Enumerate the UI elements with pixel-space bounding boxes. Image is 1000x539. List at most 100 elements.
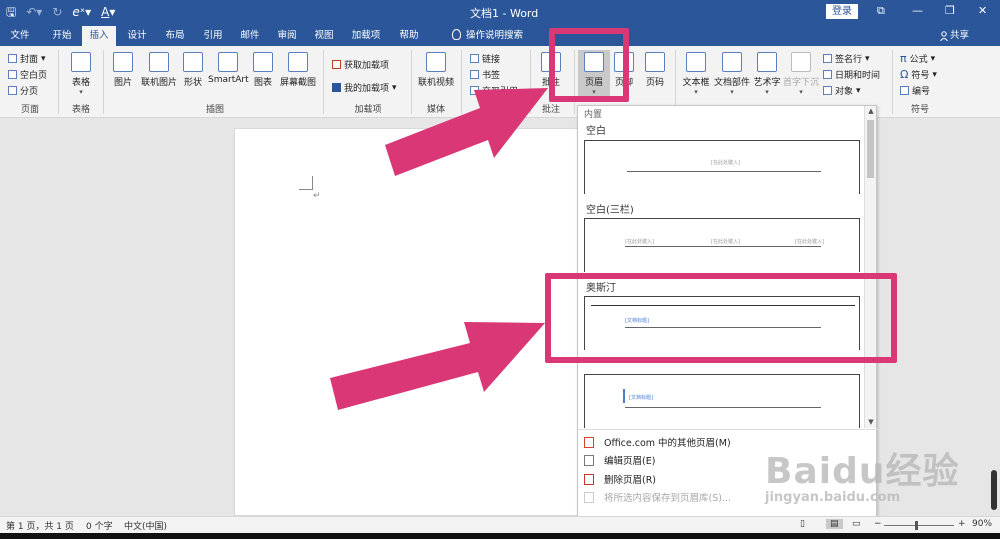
header-option-blank-three-column[interactable]: [在此处键入] [在此处键入] [在此处键入] <box>584 218 860 272</box>
remove-header-icon <box>584 473 594 485</box>
zoom-in-icon[interactable]: + <box>958 519 966 529</box>
my-addins-button[interactable]: 我的加载项 ▾ <box>332 81 397 94</box>
print-layout-icon[interactable]: ▤ <box>826 519 843 529</box>
blank-page-button[interactable]: 空白页 <box>8 68 47 81</box>
person-icon <box>940 31 948 41</box>
tab-help[interactable]: 帮助 <box>392 26 426 46</box>
group-symbols: 符号 <box>910 105 929 115</box>
font-color-icon[interactable]: A▾ <box>101 3 115 21</box>
number-button[interactable]: 编号 <box>900 84 930 97</box>
table-icon <box>71 52 91 72</box>
video-icon <box>426 52 446 72</box>
drop-cap-icon <box>791 52 811 72</box>
tab-file[interactable]: 文件 <box>4 26 36 46</box>
tell-me-search[interactable]: 操作说明搜索 <box>466 26 523 46</box>
equation-button[interactable]: π 公式 ▾ <box>900 52 935 65</box>
symbol-button[interactable]: Ω 符号 ▾ <box>900 68 937 81</box>
drop-cap-button[interactable]: 首字下沉 ▾ <box>783 52 819 96</box>
ribbon-tabs: 文件 开始 插入 设计 布局 引用 邮件 审阅 视图 加载项 帮助 操作说明搜索… <box>0 26 1000 46</box>
zoom-slider[interactable] <box>884 521 954 530</box>
zoom-level[interactable]: 90% <box>972 519 992 529</box>
wordart-button[interactable]: 艺术字 ▾ <box>752 52 782 96</box>
signature-icon <box>823 54 832 63</box>
page-count[interactable]: 第 1 页，共 1 页 <box>6 519 74 532</box>
tab-home[interactable]: 开始 <box>44 26 80 46</box>
group-table: 表格 <box>71 105 90 115</box>
page-number-button[interactable]: 页码 <box>640 52 670 88</box>
online-picture-icon <box>149 52 169 72</box>
tab-review[interactable]: 审阅 <box>270 26 304 46</box>
divider <box>103 50 104 114</box>
divider <box>530 50 531 114</box>
signature-line-button[interactable]: 签名行 ▾ <box>823 52 870 65</box>
divider <box>461 50 462 114</box>
tab-references[interactable]: 引用 <box>196 26 230 46</box>
tab-design[interactable]: 设计 <box>120 26 154 46</box>
word-count[interactable]: 0 个字 <box>86 519 113 532</box>
close-button[interactable]: ✕ <box>978 4 987 17</box>
tab-mailings[interactable]: 邮件 <box>233 26 267 46</box>
tab-addins[interactable]: 加载项 <box>344 26 388 46</box>
header-line <box>627 171 821 172</box>
page-number-icon <box>645 52 665 72</box>
tab-insert[interactable]: 插入 <box>82 26 116 46</box>
group-media: 媒体 <box>426 105 445 115</box>
cover-page-button[interactable]: 封面 ▾ <box>8 52 46 65</box>
login-button[interactable]: 登录 <box>826 4 858 19</box>
group-comments: 批注 <box>541 105 560 115</box>
read-mode-icon[interactable]: ▯ <box>800 519 805 529</box>
annotation-box-austin-option <box>545 273 897 363</box>
header-option-sideline[interactable]: [文档标题] <box>584 374 860 428</box>
divider <box>323 50 324 114</box>
divider <box>892 50 893 114</box>
scroll-down-icon[interactable]: ▼ <box>865 418 877 426</box>
addin-icon <box>332 83 341 92</box>
scrollbar-thumb[interactable] <box>867 120 874 178</box>
get-addins-button[interactable]: 获取加载项 <box>332 58 389 71</box>
margin-corner-mark <box>299 176 313 190</box>
textbox-button[interactable]: 文本框 ▾ <box>680 52 712 96</box>
watermark-main: Baidu经验 <box>765 451 960 492</box>
tab-layout[interactable]: 布局 <box>158 26 192 46</box>
side-bar <box>623 389 625 403</box>
smartart-icon <box>218 52 238 72</box>
ribbon-display-icon[interactable]: ⧉ <box>877 4 885 18</box>
shapes-button[interactable]: 形状 <box>180 52 206 88</box>
table-button[interactable]: 表格 ▾ <box>64 52 98 96</box>
chart-button[interactable]: 图表 <box>250 52 276 88</box>
picture-button[interactable]: 图片 <box>108 52 138 88</box>
quick-parts-button[interactable]: 文档部件 ▾ <box>713 52 751 96</box>
link-button[interactable]: 链接 <box>470 52 500 65</box>
object-button[interactable]: 对象 ▾ <box>823 84 861 97</box>
header-line <box>625 246 821 247</box>
pi-icon: π <box>900 52 907 65</box>
bookmark-button[interactable]: 书签 <box>470 68 500 81</box>
cover-page-icon <box>8 54 17 63</box>
screenshot-button[interactable]: 屏幕截图 <box>278 52 318 88</box>
smartart-button[interactable]: SmartArt <box>208 52 249 85</box>
restore-button[interactable]: ❐ <box>945 4 955 17</box>
tab-view[interactable]: 视图 <box>307 26 341 46</box>
redo-icon[interactable]: ↻ <box>52 3 62 21</box>
date-time-button[interactable]: 日期和时间 <box>823 68 880 81</box>
save-icon[interactable]: 🖫 <box>6 3 16 21</box>
zoom-out-icon[interactable]: − <box>874 519 882 529</box>
quick-access-toolbar: 🖫 ↶▾ ↻ eˣ▾ A▾ <box>6 3 115 21</box>
header-option-blank[interactable]: [在此处键入] <box>584 140 860 194</box>
scroll-up-icon[interactable]: ▲ <box>865 107 877 115</box>
cross-reference-button[interactable]: 交叉引用 <box>470 84 518 97</box>
zoom-slider-knob[interactable] <box>915 521 919 530</box>
minimize-button[interactable]: — <box>912 4 923 17</box>
equation-icon[interactable]: eˣ▾ <box>72 3 91 21</box>
calendar-icon <box>823 70 832 79</box>
language-status[interactable]: 中文(中国) <box>124 519 167 532</box>
online-picture-button[interactable]: 联机图片 <box>140 52 178 88</box>
gallery-scrollbar[interactable]: ▲ ▼ <box>864 106 876 428</box>
page-break-button[interactable]: 分页 <box>8 84 38 97</box>
online-video-button[interactable]: 联机视频 <box>416 52 456 88</box>
share-button[interactable]: 共享 <box>950 26 969 46</box>
cross-reference-icon <box>470 86 479 95</box>
undo-icon[interactable]: ↶▾ <box>26 3 42 21</box>
textbox-icon <box>686 52 706 72</box>
web-layout-icon[interactable]: ▭ <box>852 519 861 529</box>
